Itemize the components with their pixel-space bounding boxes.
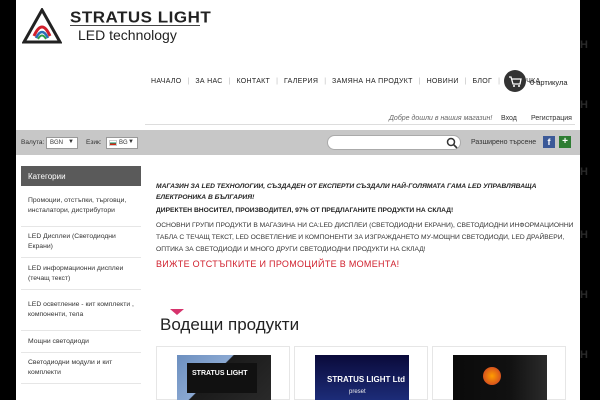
bulgarian-flag-icon	[109, 140, 117, 146]
facebook-icon[interactable]: f	[543, 136, 555, 148]
language-label: Език:	[86, 139, 102, 146]
product-image-subtext: preset	[349, 389, 366, 395]
stratus-logo-icon[interactable]	[22, 8, 62, 46]
intro-heading: МАГАЗИН ЗА LED ТЕХНОЛОГИИ, СЪЗДАДЕН ОТ Е…	[156, 183, 537, 201]
promo-link[interactable]: ВИЖТЕ ОТСТЪПКИТЕ И ПРОМОЦИЙТЕ В МОМЕНТА!	[156, 259, 399, 269]
sidebar-title: Категории	[21, 166, 141, 186]
plus-icon[interactable]: +	[559, 136, 571, 148]
intro-direct-importer: ДИРЕКТЕН ВНОСИТЕЛ, ПРОИЗВОДИТЕЛ, 97% ОТ …	[156, 207, 454, 214]
nav-blog[interactable]: БЛОГ	[466, 78, 498, 85]
product-image[interactable]: STRATUS LIGHT Ltd preset	[315, 355, 409, 400]
sidebar-item-led-modules[interactable]: Светодиодни модули и кит комплекти	[21, 353, 141, 384]
sidebar-item-power-leds[interactable]: Мощни светодиоди	[21, 331, 141, 353]
intro-product-groups: ОСНОВНИ ГРУПИ ПРОДУКТИ В МАГАЗИНА НИ СА:…	[156, 222, 574, 253]
welcome-text: Добре дошли в нашия магазин!	[389, 115, 493, 122]
right-edge: Н Н Н Н Н Н	[580, 0, 600, 400]
cart-glyph-icon	[509, 76, 522, 87]
header-divider	[145, 124, 575, 125]
left-edge	[0, 0, 16, 400]
product-sign: STRATUS LIGHT	[187, 363, 257, 393]
nav-news[interactable]: НОВИНИ	[421, 78, 465, 85]
featured-title: Водещи продукти	[160, 315, 300, 334]
currency-select[interactable]: BGN ▼	[46, 137, 78, 149]
nav-home[interactable]: НАЧАЛО	[145, 78, 188, 85]
search-input[interactable]	[327, 135, 461, 150]
product-card[interactable]: STRATUS LIGHT	[156, 346, 290, 400]
product-card[interactable]	[432, 346, 566, 400]
chevron-down-icon: ▼	[68, 139, 74, 145]
currency-value: BGN	[50, 140, 64, 146]
sidebar-item-promotions[interactable]: Промоции, отстъпки, търговци, инсталатор…	[21, 186, 141, 227]
chevron-down-icon: ▼	[128, 139, 134, 145]
advanced-search-link[interactable]: Разширено търсене	[471, 139, 536, 146]
sidebar-item-info-displays[interactable]: LED информационни дисплеи (течащ текст)	[21, 258, 141, 290]
nav-contact[interactable]: КОНТАКТ	[230, 78, 276, 85]
register-link[interactable]: Регистрация	[531, 115, 572, 122]
cart-count[interactable]: 0 артикула	[530, 78, 568, 87]
main-nav: НАЧАЛО | ЗА НАС | КОНТАКТ | ГАЛЕРИЯ | ЗАМЯНА…	[145, 78, 546, 85]
language-value: BG	[119, 140, 128, 146]
product-image-text: STRATUS LIGHT Ltd	[327, 375, 406, 384]
brand-divider	[70, 25, 200, 26]
brand-tagline: LED technology	[78, 27, 177, 43]
currency-label: Валута:	[21, 139, 45, 146]
sidebar-item-led-lighting[interactable]: LED осветление - кит комплекти , компоне…	[21, 290, 141, 331]
cart-icon[interactable]	[504, 70, 526, 92]
category-sidebar: Категории Промоции, отстъпки, търговци, …	[21, 166, 141, 400]
login-link[interactable]: Вход	[501, 115, 517, 122]
product-image[interactable]	[453, 355, 547, 400]
product-image[interactable]: STRATUS LIGHT	[177, 355, 271, 400]
language-select[interactable]: BG ▼	[106, 137, 138, 149]
nav-gallery[interactable]: ГАЛЕРИЯ	[278, 78, 324, 85]
search-icon[interactable]	[446, 137, 458, 149]
nav-product-replacement[interactable]: ЗАМЯНА НА ПРОДУКТ	[326, 78, 419, 85]
nav-about[interactable]: ЗА НАС	[189, 78, 228, 85]
product-card[interactable]: STRATUS LIGHT Ltd preset	[294, 346, 428, 400]
sidebar-item-led-displays[interactable]: LED Дисплеи (Светодиодни Екрани)	[21, 227, 141, 258]
led-light-icon	[483, 367, 501, 385]
